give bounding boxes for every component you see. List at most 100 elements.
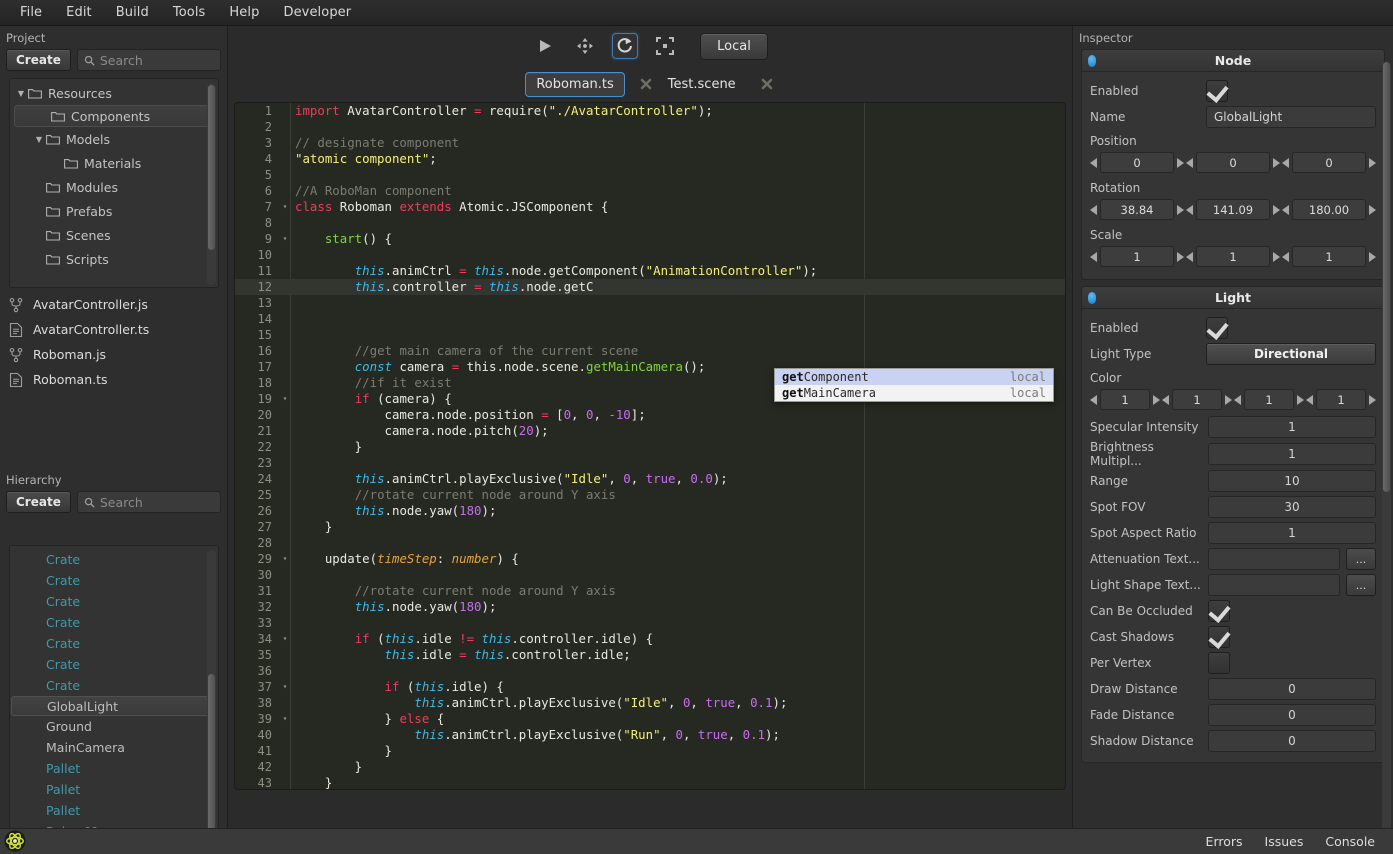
fold-marker-icon[interactable]: ▾ bbox=[281, 711, 289, 727]
node-rotation-0-decrement-arrow[interactable] bbox=[1090, 205, 1097, 215]
project-tree-item-prefabs[interactable]: Prefabs bbox=[10, 199, 218, 223]
node-scale-1-increment-arrow[interactable] bbox=[1273, 252, 1280, 262]
node-scale-2-increment-arrow[interactable] bbox=[1369, 252, 1376, 262]
autocomplete-item-getComponent[interactable]: getComponentlocal bbox=[775, 369, 1053, 385]
hierarchy-node-crate[interactable]: Crate bbox=[10, 570, 218, 591]
hierarchy-node-ground[interactable]: Ground bbox=[10, 716, 218, 737]
node-enable-dot-icon[interactable] bbox=[1088, 55, 1096, 67]
hierarchy-node-globallight[interactable]: GlobalLight bbox=[11, 696, 213, 716]
light-color-2-decrement-arrow[interactable] bbox=[1234, 395, 1241, 405]
menu-item-developer[interactable]: Developer bbox=[271, 1, 363, 24]
light-distance-input-0[interactable]: 0 bbox=[1208, 678, 1376, 700]
hierarchy-create-button[interactable]: Create bbox=[6, 491, 71, 513]
node-rotation-0-input[interactable]: 38.84 bbox=[1100, 199, 1174, 220]
code-editor[interactable]: 1import AvatarController = require("./Av… bbox=[235, 103, 1065, 789]
hierarchy-tree-container[interactable]: CrateCrateCrateCrateCrateCrateCrateGloba… bbox=[9, 545, 219, 847]
inspector-scrollbar[interactable] bbox=[1382, 62, 1391, 832]
light-check-box-0[interactable] bbox=[1208, 600, 1230, 622]
node-scale-0-input[interactable]: 1 bbox=[1100, 246, 1174, 267]
hierarchy-node-crate[interactable]: Crate bbox=[10, 591, 218, 612]
light-distance-input-2[interactable]: 0 bbox=[1208, 730, 1376, 752]
light-check-box-1[interactable] bbox=[1208, 626, 1230, 648]
light-color-0-increment-arrow[interactable] bbox=[1153, 395, 1160, 405]
light-color-1-increment-arrow[interactable] bbox=[1225, 395, 1232, 405]
project-search-input[interactable]: Search bbox=[77, 49, 221, 71]
node-rotation-2-input[interactable]: 180.00 bbox=[1292, 199, 1366, 220]
node-scale-2-decrement-arrow[interactable] bbox=[1282, 252, 1289, 262]
light-field-input-1[interactable]: 1 bbox=[1208, 443, 1376, 465]
editor-tab-test-scene[interactable]: Test.scene bbox=[658, 73, 746, 96]
project-tree-item-scenes[interactable]: Scenes bbox=[10, 223, 218, 247]
project-tree-item-resources[interactable]: ▼Resources bbox=[10, 81, 218, 105]
hierarchy-node-crate[interactable]: Crate bbox=[10, 549, 218, 570]
light-color-3-increment-arrow[interactable] bbox=[1369, 395, 1376, 405]
node-scale-1-decrement-arrow[interactable] bbox=[1186, 252, 1193, 262]
light-color-0-input[interactable]: 1 bbox=[1100, 389, 1150, 410]
light-field-input-3[interactable]: 30 bbox=[1208, 496, 1376, 518]
node-position-2-decrement-arrow[interactable] bbox=[1282, 158, 1289, 168]
hierarchy-node-crate[interactable]: Crate bbox=[10, 654, 218, 675]
light-check-box-2[interactable] bbox=[1208, 652, 1230, 674]
hierarchy-scroll-thumb[interactable] bbox=[208, 674, 215, 838]
node-rotation-1-increment-arrow[interactable] bbox=[1273, 205, 1280, 215]
project-file-roboman-js[interactable]: Roboman.js bbox=[0, 342, 227, 367]
project-tree-item-scripts[interactable]: Scripts bbox=[10, 247, 218, 271]
node-position-1-increment-arrow[interactable] bbox=[1273, 158, 1280, 168]
project-tree-item-materials[interactable]: Materials bbox=[10, 151, 218, 175]
node-scale-2-input[interactable]: 1 bbox=[1292, 246, 1366, 267]
tab-close-icon[interactable] bbox=[638, 76, 654, 92]
light-color-2-input[interactable]: 1 bbox=[1244, 389, 1294, 410]
autocomplete-item-getMainCamera[interactable]: getMainCameralocal bbox=[775, 385, 1053, 401]
node-position-1-decrement-arrow[interactable] bbox=[1186, 158, 1193, 168]
hierarchy-node-crate[interactable]: Crate bbox=[10, 675, 218, 696]
project-tree-item-modules[interactable]: Modules bbox=[10, 175, 218, 199]
light-field-input-4[interactable]: 1 bbox=[1208, 522, 1376, 544]
menu-item-tools[interactable]: Tools bbox=[161, 1, 218, 24]
light-color-1-decrement-arrow[interactable] bbox=[1162, 395, 1169, 405]
hierarchy-node-pallet[interactable]: Pallet bbox=[10, 800, 218, 821]
fold-marker-icon[interactable]: ▾ bbox=[281, 391, 289, 407]
light-color-2-increment-arrow[interactable] bbox=[1297, 395, 1304, 405]
status-link-issues[interactable]: Issues bbox=[1265, 834, 1304, 849]
status-link-errors[interactable]: Errors bbox=[1206, 834, 1243, 849]
rotate-tool-icon[interactable] bbox=[612, 33, 638, 59]
light-field-input-0[interactable]: 1 bbox=[1208, 416, 1376, 438]
light-enable-dot-icon[interactable] bbox=[1088, 292, 1096, 304]
node-scale-0-increment-arrow[interactable] bbox=[1177, 252, 1184, 262]
project-file-roboman-ts[interactable]: Roboman.ts bbox=[0, 367, 227, 392]
node-scale-0-decrement-arrow[interactable] bbox=[1090, 252, 1097, 262]
project-tree-item-models[interactable]: ▼Models bbox=[10, 127, 218, 151]
twisty-icon[interactable]: ▼ bbox=[32, 135, 46, 144]
light-distance-input-1[interactable]: 0 bbox=[1208, 704, 1376, 726]
fold-marker-icon[interactable]: ▾ bbox=[281, 631, 289, 647]
node-rotation-0-increment-arrow[interactable] bbox=[1177, 205, 1184, 215]
hierarchy-node-crate[interactable]: Crate bbox=[10, 612, 218, 633]
project-tree-scrollbar[interactable] bbox=[207, 83, 216, 285]
menu-item-edit[interactable]: Edit bbox=[54, 1, 104, 24]
light-enabled-checkbox[interactable] bbox=[1206, 317, 1228, 339]
light-color-3-decrement-arrow[interactable] bbox=[1306, 395, 1313, 405]
project-file-avatarcontroller-js[interactable]: AvatarController.js bbox=[0, 292, 227, 317]
status-link-console[interactable]: Console bbox=[1325, 834, 1375, 849]
project-create-button[interactable]: Create bbox=[6, 49, 71, 71]
node-position-2-input[interactable]: 0 bbox=[1292, 152, 1366, 173]
light-texture-input-1[interactable] bbox=[1208, 574, 1340, 596]
hierarchy-search-input[interactable]: Search bbox=[77, 491, 221, 513]
fold-marker-icon[interactable]: ▾ bbox=[281, 679, 289, 695]
node-position-0-decrement-arrow[interactable] bbox=[1090, 158, 1097, 168]
light-texture-browse-button-0[interactable]: ... bbox=[1346, 548, 1376, 570]
hierarchy-node-maincamera[interactable]: MainCamera bbox=[10, 737, 218, 758]
project-file-avatarcontroller-ts[interactable]: AvatarController.ts bbox=[0, 317, 227, 342]
node-rotation-2-increment-arrow[interactable] bbox=[1369, 205, 1376, 215]
project-tree-scroll-thumb[interactable] bbox=[208, 85, 215, 250]
light-color-3-input[interactable]: 1 bbox=[1316, 389, 1366, 410]
node-position-1-input[interactable]: 0 bbox=[1196, 152, 1270, 173]
scale-tool-icon[interactable] bbox=[652, 33, 678, 59]
node-name-input[interactable]: GlobalLight bbox=[1206, 106, 1376, 128]
node-rotation-1-input[interactable]: 141.09 bbox=[1196, 199, 1270, 220]
atomic-logo-icon[interactable] bbox=[4, 830, 26, 852]
menu-item-help[interactable]: Help bbox=[217, 1, 271, 24]
node-scale-1-input[interactable]: 1 bbox=[1196, 246, 1270, 267]
hierarchy-scrollbar[interactable] bbox=[207, 550, 216, 844]
light-field-input-2[interactable]: 10 bbox=[1208, 470, 1376, 492]
